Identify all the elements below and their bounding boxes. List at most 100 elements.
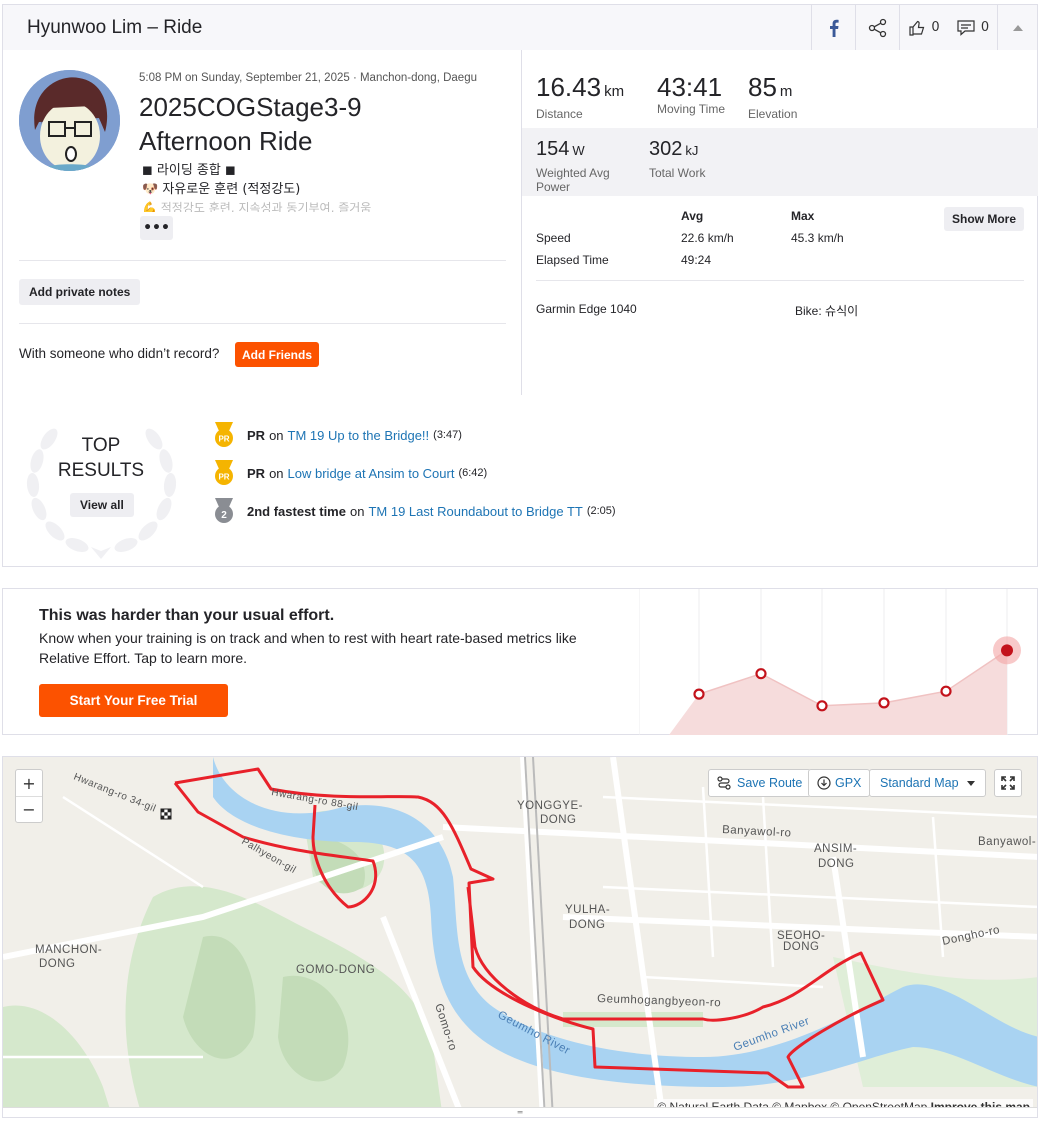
route-icon — [717, 776, 731, 790]
share-button[interactable] — [855, 5, 899, 50]
divider — [19, 323, 506, 324]
map-label: GOMO-DONG — [296, 964, 375, 976]
map-label: YONGGYE- — [517, 800, 583, 812]
effort-title: This was harder than your usual effort. — [39, 607, 335, 624]
effort-point — [878, 697, 890, 709]
page-title: Hyunwoo Lim – Ride — [27, 16, 203, 38]
power-unit: W — [572, 143, 585, 158]
zoom-in-button[interactable]: + — [16, 770, 42, 796]
col-header-max: Max — [791, 209, 815, 223]
activity-name[interactable]: 2025COGStage3-9 Afternoon Ride — [139, 90, 362, 158]
caret-up-icon — [1012, 24, 1023, 31]
effort-point — [940, 685, 952, 697]
map-canvas[interactable]: YONGGYE- DONG Banyawol-ro Banyawol-ro AN… — [3, 757, 1038, 1118]
activity-name-line-1: 2025COGStage3-9 — [139, 92, 362, 122]
add-friends-button[interactable]: Add Friends — [235, 342, 319, 367]
save-route-button[interactable]: Save Route — [708, 769, 812, 797]
more-options-button[interactable]: ••• — [140, 216, 173, 240]
activity-stats: 16.43 km Distance 43:41 Moving Time 85 m E… — [522, 50, 1038, 395]
map-label: Banyawol-ro — [722, 824, 792, 840]
activity-header: Hyunwoo Lim – Ride 0 0 — [2, 4, 1038, 51]
fullscreen-icon — [1001, 776, 1015, 790]
map-label: Banyawol-ro — [978, 836, 1038, 848]
device-name: Garmin Edge 1040 — [536, 302, 637, 316]
avatar-image — [19, 70, 120, 171]
zoom-controls: + − — [15, 769, 43, 823]
comments-button[interactable]: 0 — [949, 5, 997, 50]
map-label: DONG — [818, 858, 855, 870]
result-row: PR PR on TM 19 Up to the Bridge!! (3:47) — [213, 422, 462, 448]
distance-label: Distance — [536, 107, 583, 121]
map-style-select[interactable]: Standard Map — [869, 769, 986, 797]
show-more-button[interactable]: Show More — [944, 207, 1025, 231]
kudos-count: 0 — [931, 20, 940, 35]
chevron-down-icon — [966, 780, 975, 786]
map-label: Geumhogangbyeon-ro — [597, 993, 721, 1009]
second-place-medal-icon: 2 — [215, 498, 233, 523]
bike-name[interactable]: 슈식이 — [825, 304, 858, 318]
medal-badge: 2 — [221, 510, 227, 521]
stat-elevation: 85 m Elevation — [748, 72, 797, 121]
effort-area — [669, 650, 1007, 735]
gpx-button[interactable]: GPX — [808, 769, 871, 797]
map-label: DONG — [540, 814, 577, 826]
start-finish-icon — [160, 808, 172, 820]
start-free-trial-button[interactable]: Start Your Free Trial — [39, 684, 228, 717]
comment-icon — [957, 19, 975, 36]
map-label: DONG — [783, 941, 820, 953]
collapse-button[interactable] — [997, 5, 1037, 50]
segment-link[interactable]: TM 19 Up to the Bridge!! — [288, 428, 430, 443]
activity-name-line-2: Afternoon Ride — [139, 126, 313, 156]
segment-link[interactable]: TM 19 Last Roundabout to Bridge TT — [368, 504, 582, 519]
work-value: 302 — [649, 138, 683, 160]
relative-effort-chart — [639, 589, 1021, 735]
map-label: DONG — [39, 958, 76, 970]
segment-link[interactable]: Low bridge at Ansim to Court — [288, 466, 455, 481]
description-line: ◼ 라이딩 종합 ◼ — [142, 163, 236, 178]
speed-label: Speed — [536, 231, 571, 245]
top-results-title-line-2: RESULTS — [57, 460, 145, 481]
stat-total-work: 302 kJ Total Work — [649, 134, 705, 180]
result-row: PR PR on Low bridge at Ansim to Court (6… — [213, 460, 487, 486]
result-type: PR — [247, 427, 266, 443]
map-label: ANSIM- — [814, 843, 857, 855]
activity-datetime-location: 5:08 PM on Sunday, September 21, 2025 · … — [139, 72, 477, 84]
map-resize-handle[interactable]: ═ — [3, 1107, 1037, 1117]
kudos-button[interactable]: 0 — [899, 5, 949, 50]
medal-badge: PR — [218, 435, 229, 444]
col-header-avg: Avg — [681, 209, 704, 223]
activity-description: ◼ 라이딩 종합 ◼ 🐶 자유로운 훈련 (적정강도) 💪 적정강도 훈련, 지… — [142, 161, 442, 212]
power-label-1: Weighted Avg — [536, 166, 610, 180]
result-time: (6:42) — [458, 467, 488, 479]
avatar[interactable] — [19, 70, 120, 171]
effort-point — [693, 688, 705, 700]
effort-point — [1001, 644, 1013, 657]
download-icon — [817, 776, 831, 790]
elevation-label: Elevation — [748, 107, 798, 121]
bike-label: Bike: — [795, 304, 822, 318]
route-map[interactable]: YONGGYE- DONG Banyawol-ro Banyawol-ro AN… — [2, 756, 1038, 1118]
activity-details: 5:08 PM on Sunday, September 21, 2025 · … — [3, 50, 522, 395]
map-label: Palhyeon-gil — [240, 836, 298, 876]
speed-avg: 22.6 km/h — [681, 231, 734, 245]
facebook-share-button[interactable] — [811, 5, 855, 50]
description-line: 🐶 자유로운 훈련 (적정강도) — [142, 182, 301, 197]
map-label: YULHA- — [565, 904, 610, 916]
share-icon — [868, 18, 886, 37]
fullscreen-button[interactable] — [994, 769, 1022, 797]
top-results: TOP RESULTS View all PR PR on TM 19 Up t… — [2, 395, 1038, 567]
result-on: on — [269, 427, 284, 443]
result-type: PR — [247, 465, 266, 481]
with-someone-text: With someone who didn’t record? — [19, 346, 220, 361]
add-private-notes-button[interactable]: Add private notes — [19, 279, 141, 305]
save-route-label: Save Route — [737, 776, 803, 790]
work-label: Total Work — [649, 166, 706, 180]
pr-medal-icon: PR — [215, 422, 233, 447]
medal-badge: PR — [218, 473, 229, 482]
comment-count: 0 — [980, 20, 990, 35]
work-unit: kJ — [685, 143, 699, 158]
view-all-button[interactable]: View all — [70, 493, 134, 517]
result-time: (3:47) — [433, 429, 462, 441]
zoom-out-button[interactable]: − — [16, 796, 42, 822]
relative-effort-upsell[interactable]: This was harder than your usual effort. … — [2, 588, 1038, 735]
